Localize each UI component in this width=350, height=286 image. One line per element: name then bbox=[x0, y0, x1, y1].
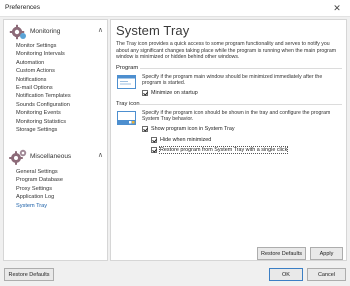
page-title: System Tray bbox=[116, 23, 190, 38]
miscellaneous-nav-list: General Settings Program Database Proxy … bbox=[16, 168, 63, 210]
close-icon[interactable]: ✕ bbox=[324, 0, 350, 17]
minimize-on-startup-checkbox[interactable]: Minimize on startup bbox=[142, 89, 198, 97]
restore-single-click-label: Restore program from System Tray with a … bbox=[158, 146, 289, 154]
hide-when-minimized-checkbox[interactable]: Hide when minimized bbox=[151, 136, 211, 144]
monitoring-nav-list: Monitor Settings Monitoring Intervals Au… bbox=[16, 42, 71, 134]
group-label-miscellaneous: Miscellaneous bbox=[30, 153, 72, 160]
sidebar-item-system-tray[interactable]: System Tray bbox=[16, 202, 63, 210]
intro-text: The Tray icon provides a quick access to… bbox=[116, 41, 337, 61]
group-header-miscellaneous[interactable]: Miscellaneous ∧ bbox=[8, 147, 106, 167]
chevron-up-icon[interactable]: ∧ bbox=[98, 151, 103, 159]
checkbox-checked-icon[interactable] bbox=[151, 137, 157, 143]
checkbox-checked-icon[interactable] bbox=[142, 126, 148, 132]
system-tray-icon bbox=[117, 111, 136, 125]
title-bar: Preferences ✕ bbox=[0, 0, 350, 17]
tray-section-heading: Tray icon bbox=[116, 101, 140, 107]
tray-description: Specify if the program icon should be sh… bbox=[142, 110, 331, 123]
sidebar-item-monitoring-events[interactable]: Monitoring Events bbox=[16, 109, 71, 117]
sidebar-item-custom-actions[interactable]: Custom Actions bbox=[16, 67, 71, 75]
sidebar-item-notification-templates[interactable]: Notification Templates bbox=[16, 92, 71, 100]
apply-button[interactable]: Apply bbox=[310, 247, 343, 260]
sidebar-item-monitoring-intervals[interactable]: Monitoring Intervals bbox=[16, 50, 71, 58]
checkbox-checked-icon[interactable] bbox=[151, 147, 157, 153]
panel-restore-defaults-button[interactable]: Restore Defaults bbox=[257, 247, 306, 260]
sidebar-item-monitoring-statistics[interactable]: Monitoring Statistics bbox=[16, 118, 71, 126]
sidebar-item-storage-settings[interactable]: Storage Settings bbox=[16, 126, 71, 134]
sidebar: Monitoring ∧ Monitor Settings Monitoring… bbox=[3, 19, 108, 261]
chevron-up-icon[interactable]: ∧ bbox=[98, 26, 103, 34]
group-header-monitoring[interactable]: Monitoring ∧ bbox=[8, 22, 106, 42]
restore-single-click-checkbox[interactable]: Restore program from System Tray with a … bbox=[151, 146, 289, 154]
sidebar-item-program-database[interactable]: Program Database bbox=[16, 176, 63, 184]
window-title: Preferences bbox=[5, 4, 41, 11]
sidebar-item-sounds-configuration[interactable]: Sounds Configuration bbox=[16, 101, 71, 109]
program-section-divider bbox=[140, 68, 342, 69]
sidebar-item-monitor-settings[interactable]: Monitor Settings bbox=[16, 42, 71, 50]
minimize-on-startup-label: Minimize on startup bbox=[151, 90, 198, 96]
group-label-monitoring: Monitoring bbox=[30, 28, 61, 35]
window-icon bbox=[117, 75, 136, 89]
ok-button[interactable]: OK bbox=[269, 268, 303, 281]
checkbox-checked-icon[interactable] bbox=[142, 90, 148, 96]
sidebar-item-notifications[interactable]: Notifications bbox=[16, 76, 71, 84]
cancel-button[interactable]: Cancel bbox=[307, 268, 346, 281]
sidebar-item-general-settings[interactable]: General Settings bbox=[16, 168, 63, 176]
footer-restore-defaults-button[interactable]: Restore Defaults bbox=[4, 268, 54, 281]
show-tray-icon-checkbox[interactable]: Show program icon in System Tray bbox=[142, 125, 235, 133]
program-section-heading: Program bbox=[116, 65, 139, 71]
tray-section-divider bbox=[140, 104, 342, 105]
program-description: Specify if the program main window shoul… bbox=[142, 74, 323, 87]
sidebar-item-email-options[interactable]: E-mail Options bbox=[16, 84, 71, 92]
sidebar-item-proxy-settings[interactable]: Proxy Settings bbox=[16, 185, 63, 193]
miscellaneous-gears-icon bbox=[9, 149, 27, 165]
settings-panel: System Tray The Tray icon provides a qui… bbox=[110, 19, 347, 261]
sidebar-item-application-log[interactable]: Application Log bbox=[16, 193, 63, 201]
monitoring-gear-icon bbox=[9, 24, 26, 40]
sidebar-item-automation[interactable]: Automation bbox=[16, 59, 71, 67]
hide-when-minimized-label: Hide when minimized bbox=[160, 137, 212, 143]
show-tray-icon-label: Show program icon in System Tray bbox=[151, 126, 235, 132]
